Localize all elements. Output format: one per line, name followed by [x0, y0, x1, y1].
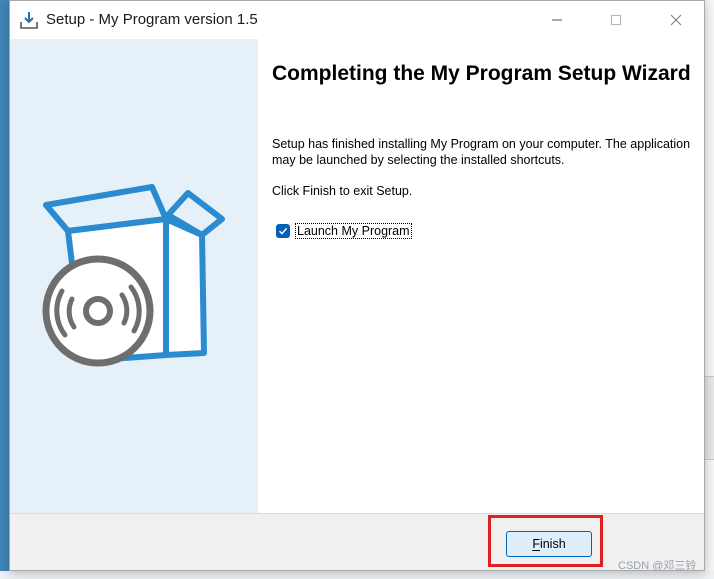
finish-description: Setup has finished installing My Program… — [272, 137, 691, 167]
minimize-button[interactable] — [534, 1, 580, 39]
maximize-icon — [611, 15, 621, 25]
exit-hint: Click Finish to exit Setup. — [272, 184, 413, 198]
launch-checkbox[interactable] — [276, 224, 290, 238]
close-button[interactable] — [653, 1, 699, 39]
wizard-sidebar — [10, 39, 258, 513]
watermark-text: CSDN @邓三铃 — [618, 560, 697, 572]
close-icon — [670, 14, 682, 26]
page-title: Completing the My Program Setup Wizard — [272, 62, 691, 85]
background-desktop-bottom — [0, 571, 714, 579]
maximize-button[interactable] — [593, 1, 639, 39]
software-box-with-disc-icon — [42, 184, 225, 367]
setup-wizard-window: Setup - My Program version 1.5 Completin… — [9, 0, 705, 571]
wizard-content: Completing the My Program Setup Wizard S… — [258, 39, 704, 513]
checkmark-icon — [278, 227, 288, 235]
finish-button[interactable]: Finish — [506, 531, 592, 557]
finish-access-key: F — [532, 537, 540, 551]
launch-checkbox-label[interactable]: Launch My Program — [295, 223, 412, 239]
background-window-edge — [705, 376, 714, 460]
finish-button-label: Finish — [532, 537, 566, 551]
background-desktop-strip — [705, 0, 714, 579]
wizard-footer: Finish — [10, 513, 704, 570]
installer-download-icon — [19, 10, 39, 30]
title-bar[interactable]: Setup - My Program version 1.5 — [10, 1, 704, 39]
launch-program-option[interactable]: Launch My Program — [276, 222, 412, 240]
minimize-icon — [552, 19, 562, 21]
window-title: Setup - My Program version 1.5 — [46, 11, 258, 28]
